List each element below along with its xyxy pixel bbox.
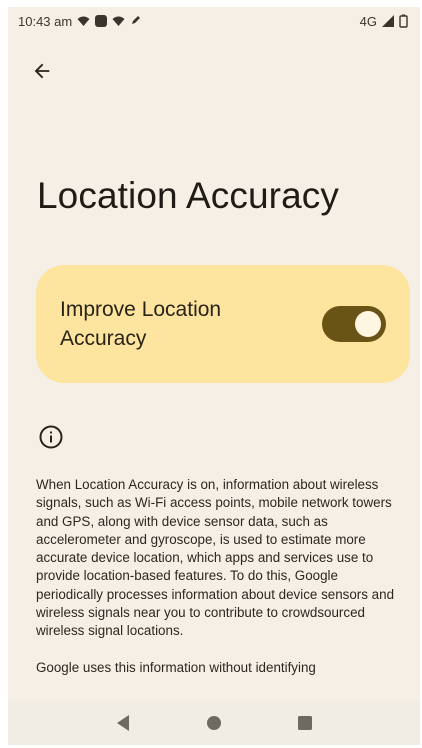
status-right: 4G	[360, 14, 408, 29]
app-notification-icon	[95, 15, 108, 27]
wifi-icon	[77, 15, 90, 27]
settings-screen: 10:43 am 4G Location Accuracy Improve Lo…	[8, 7, 420, 745]
arrow-back-icon	[34, 63, 50, 79]
nav-recents-button[interactable]	[290, 708, 320, 738]
triangle-back-icon	[117, 715, 130, 731]
status-time: 10:43 am	[18, 13, 73, 29]
status-left: 10:43 am	[18, 14, 142, 29]
description: When Location Accuracy is on, informatio…	[36, 476, 408, 695]
circle-home-icon	[206, 716, 221, 730]
network-type: 4G	[359, 13, 377, 29]
description-paragraph: When Location Accuracy is on, informatio…	[36, 477, 395, 639]
pen-icon	[130, 14, 142, 29]
description-paragraph: Google uses this information without ide…	[36, 659, 316, 675]
improve-location-accuracy-toggle[interactable]: Improve Location Accuracy	[36, 265, 410, 383]
back-button[interactable]	[26, 55, 58, 87]
battery-icon	[399, 14, 408, 28]
toggle-switch[interactable]	[322, 306, 386, 342]
wifi-secondary-icon	[112, 15, 125, 27]
info-icon	[38, 424, 64, 450]
status-bar: 10:43 am 4G	[8, 7, 420, 35]
toggle-label: Improve Location Accuracy	[60, 298, 222, 350]
nav-home-button[interactable]	[199, 708, 229, 738]
square-recents-icon	[297, 716, 312, 730]
switch-thumb	[355, 311, 381, 337]
nav-back-button[interactable]	[108, 708, 138, 738]
signal-icon	[382, 15, 394, 27]
page-title: Location Accuracy	[37, 175, 339, 216]
navigation-bar	[8, 701, 420, 745]
